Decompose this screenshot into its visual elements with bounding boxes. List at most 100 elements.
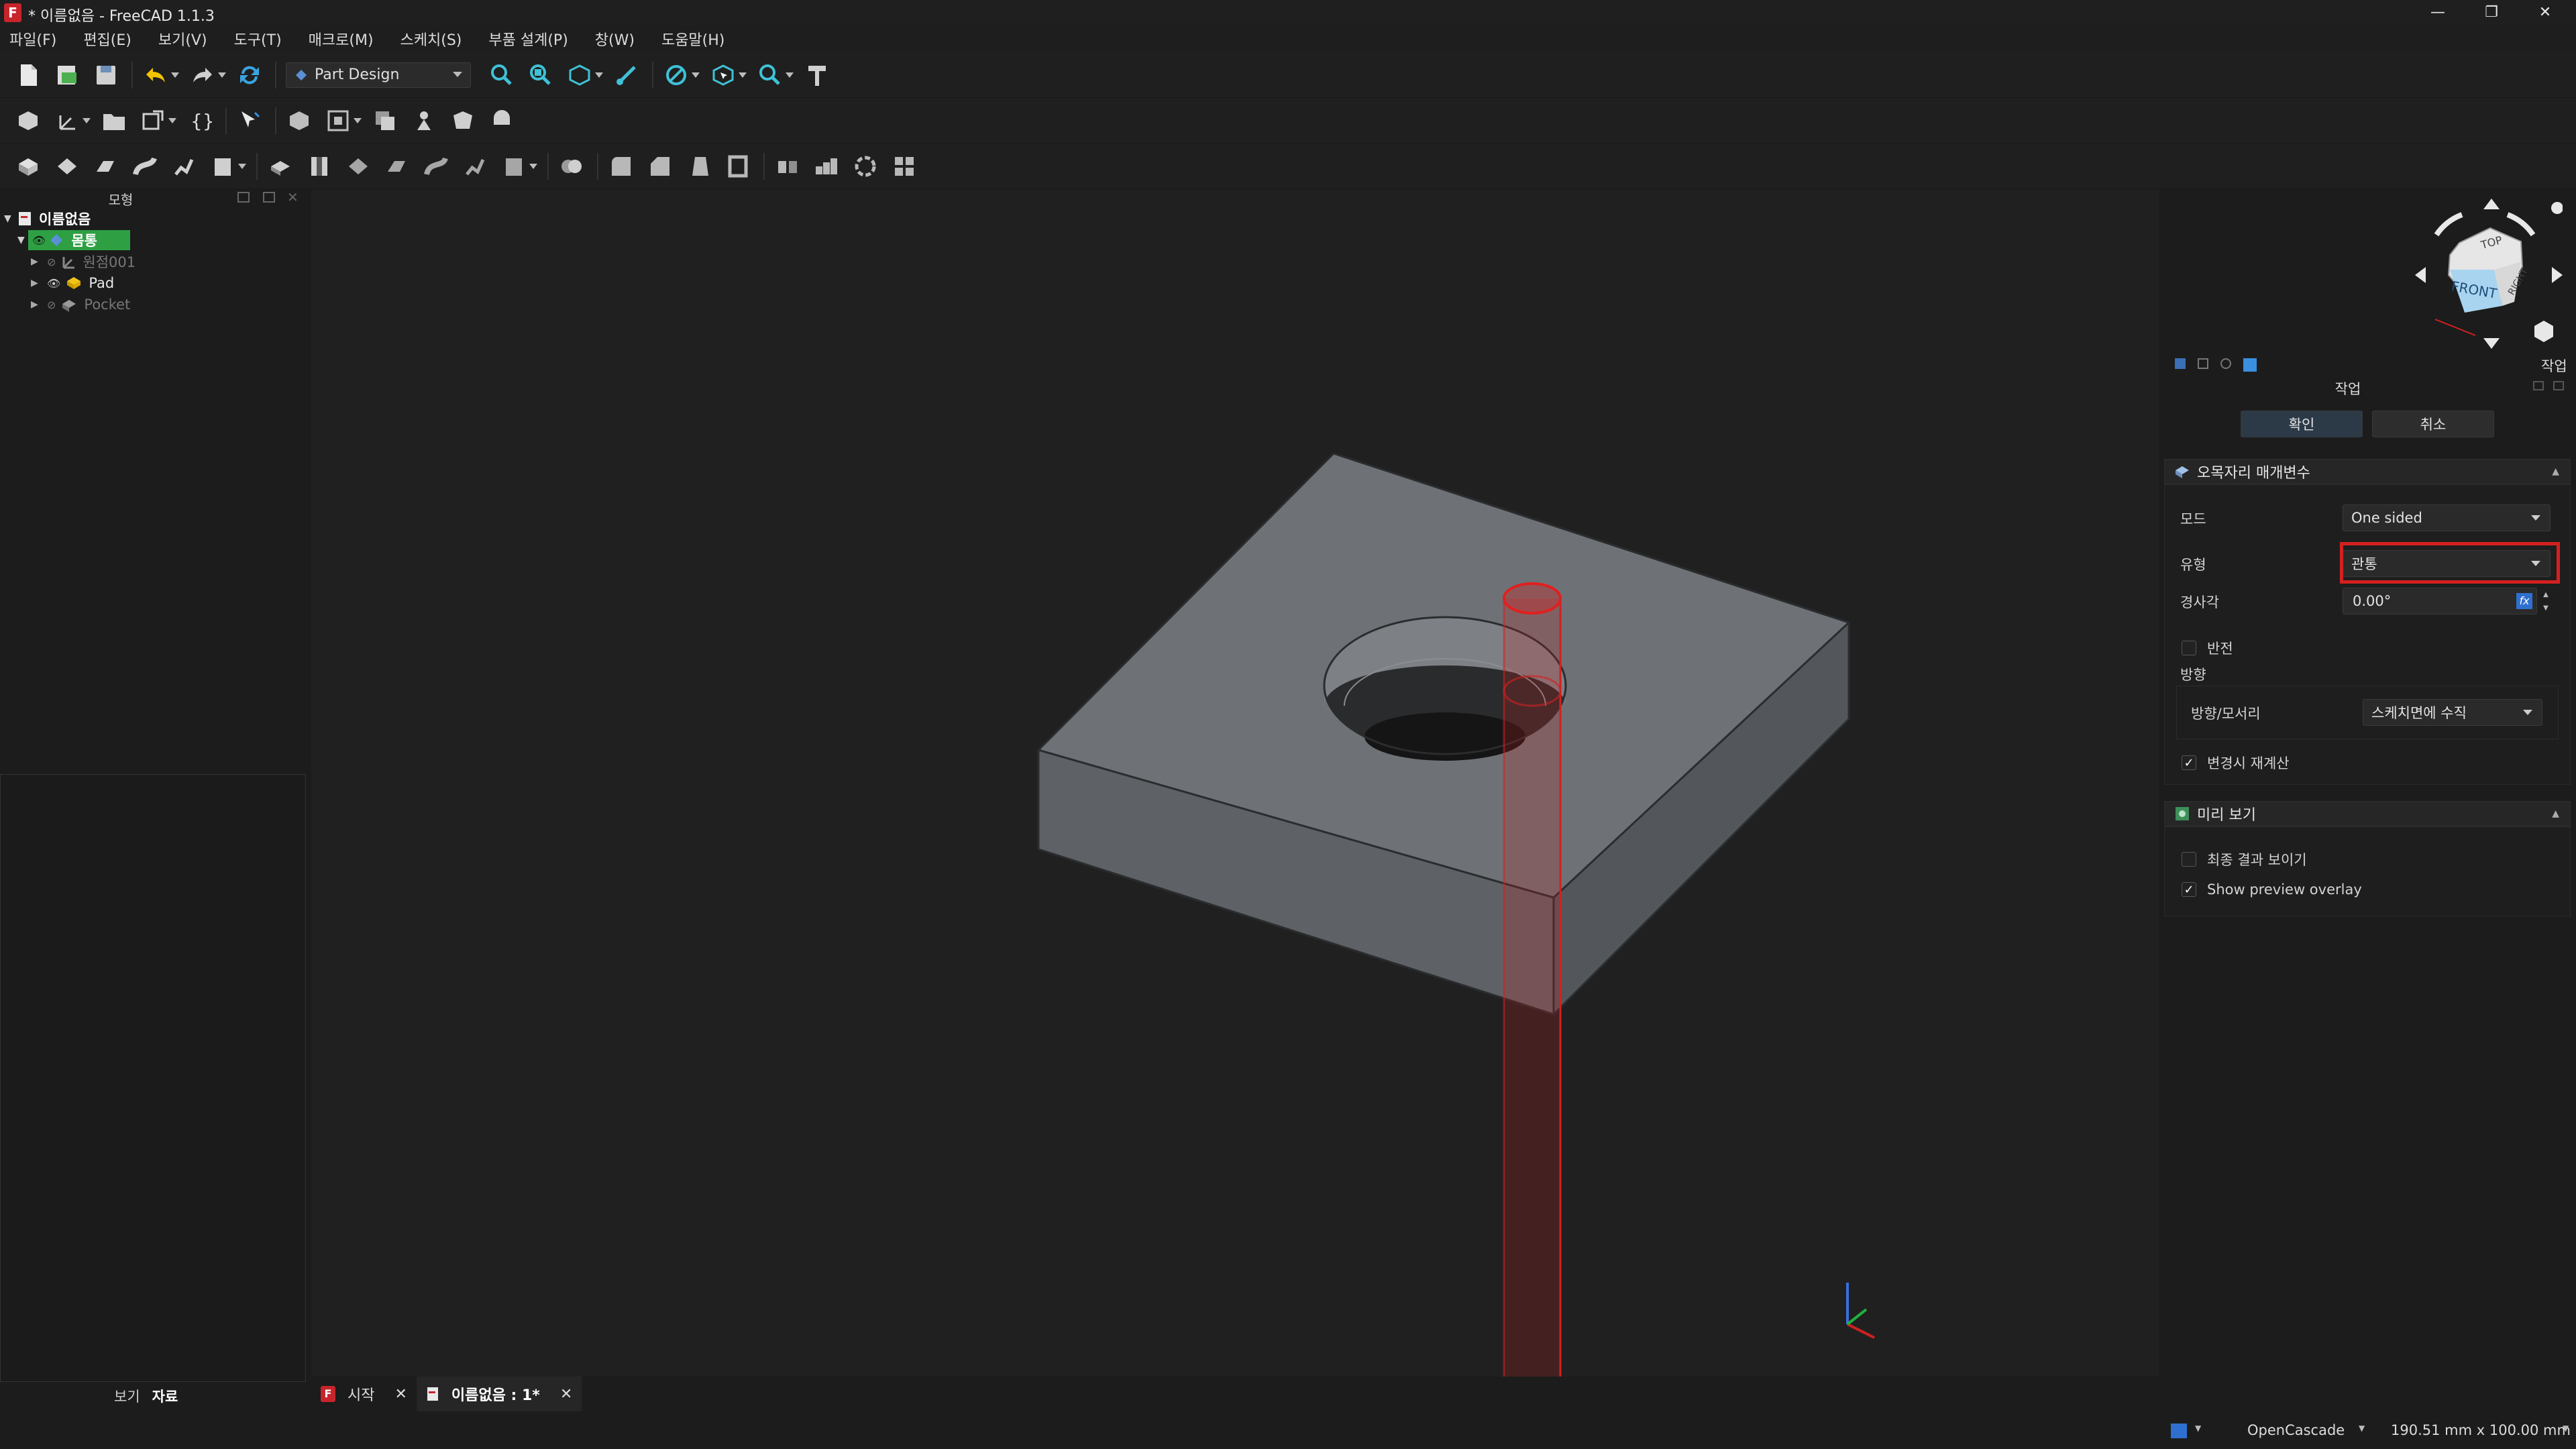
taper-angle-spinner[interactable]: ▲ ▼ [2540, 588, 2552, 614]
expand-arrow-icon[interactable]: ▶ [31, 256, 39, 267]
panel-close-icon[interactable]: ✕ [287, 189, 299, 205]
pad-tool-icon[interactable] [15, 153, 42, 180]
undo-dropdown-icon[interactable] [170, 62, 180, 89]
menu-part-design[interactable]: 부품 설계(P) [488, 28, 568, 50]
fit-all-icon[interactable] [488, 62, 515, 89]
tab-document[interactable]: 이름없음 : 1* ✕ [416, 1377, 582, 1411]
restore-button[interactable]: ❐ [2470, 0, 2513, 25]
menu-help[interactable]: 도움말(H) [661, 28, 724, 50]
tab-data[interactable]: 자료 [152, 1386, 178, 1406]
expression-fx-icon[interactable]: fx [2516, 593, 2532, 609]
validate-sketch-icon[interactable] [449, 107, 476, 134]
new-document-icon[interactable] [15, 62, 42, 89]
subtractive-primitive-icon[interactable] [500, 153, 527, 180]
shape-binder-icon[interactable] [286, 107, 313, 134]
ok-button[interactable]: 확인 [2241, 411, 2363, 437]
additive-pipe-icon[interactable] [131, 153, 158, 180]
open-document-icon[interactable] [54, 62, 80, 89]
clone-icon[interactable] [372, 107, 398, 134]
sketch-icon[interactable] [411, 107, 437, 134]
collapse-arrow-icon[interactable]: ▼ [17, 235, 25, 246]
chevron-down-icon[interactable]: ▼ [2563, 1424, 2569, 1433]
task-tab-label[interactable]: 작업 [2541, 356, 2567, 376]
subtractive-pipe-icon[interactable] [423, 153, 449, 180]
save-icon[interactable] [93, 62, 119, 89]
linear-pattern-icon[interactable] [813, 153, 840, 180]
subtractive-primitive-dropdown-icon[interactable] [529, 153, 538, 180]
selection-filter-dropdown-icon[interactable] [738, 62, 747, 89]
redo-dropdown-icon[interactable] [217, 62, 227, 89]
taper-angle-input[interactable]: 0.00° fx [2343, 588, 2537, 614]
task-float-icon[interactable] [2533, 381, 2544, 390]
chevron-down-icon[interactable]: ▼ [2359, 1424, 2365, 1433]
additive-loft-icon[interactable] [93, 153, 119, 180]
menu-edit[interactable]: 편집(E) [83, 28, 131, 50]
draft-icon[interactable] [686, 153, 712, 180]
menu-tools[interactable]: 도구(T) [234, 28, 282, 50]
collapse-arrow-icon[interactable]: ▼ [4, 213, 12, 224]
tree-item-pad[interactable]: ▶ 👁 Pad [0, 272, 306, 294]
task-dock-icon[interactable] [2553, 381, 2564, 390]
refresh-checkbox[interactable]: ✓ [2182, 755, 2196, 770]
menu-view[interactable]: 보기(V) [158, 28, 207, 50]
menu-macro[interactable]: 매크로(M) [309, 28, 374, 50]
datum-dropdown-icon[interactable] [82, 107, 91, 134]
multi-transform-icon[interactable] [891, 153, 918, 180]
panel-mode-icon[interactable] [2175, 358, 2186, 369]
collapse-chevron-icon[interactable]: ▲ [2552, 808, 2559, 819]
preview-overlay-checkbox[interactable]: ✓ [2182, 882, 2196, 897]
expand-arrow-icon[interactable]: ▶ [31, 278, 39, 288]
workbench-selector[interactable]: Part Design [286, 62, 471, 88]
hidden-eye-icon[interactable]: ⊘ [47, 256, 56, 268]
reversed-checkbox[interactable] [2182, 641, 2196, 655]
panel-list-icon[interactable] [2198, 358, 2208, 369]
mirrored-icon[interactable] [774, 153, 801, 180]
chamfer-icon[interactable] [647, 153, 674, 180]
mode-select[interactable]: One sided [2343, 504, 2551, 531]
cancel-button[interactable]: 취소 [2372, 411, 2494, 437]
zoom-icon[interactable] [757, 62, 784, 89]
revolution-icon[interactable] [54, 153, 80, 180]
preview-header[interactable]: 미리 보기 ▲ [2164, 801, 2571, 826]
kernel-label[interactable]: OpenCascade [2247, 1422, 2345, 1438]
final-result-checkbox[interactable] [2182, 852, 2196, 867]
additive-primitive-dropdown-icon[interactable] [237, 153, 247, 180]
visibility-eye-icon[interactable]: 👁 [47, 277, 60, 290]
navigation-cube[interactable]: TOP FRONT RIGHT [2408, 195, 2563, 356]
preview-overlay-checkbox-row[interactable]: ✓ Show preview overlay [2182, 881, 2362, 898]
create-body-icon[interactable] [15, 107, 42, 134]
map-sketch-icon[interactable] [488, 107, 515, 134]
refresh-icon[interactable] [236, 62, 263, 89]
redo-icon[interactable] [189, 62, 216, 89]
link-icon[interactable] [140, 107, 166, 134]
expand-arrow-icon[interactable]: ▶ [31, 299, 39, 310]
refresh-checkbox-row[interactable]: ✓ 변경시 재계산 [2182, 753, 2290, 773]
panel-settings-icon[interactable] [2220, 358, 2231, 369]
panel-float-icon[interactable] [237, 192, 250, 203]
panel-dock-icon[interactable] [263, 192, 275, 203]
subtractive-helix-icon[interactable] [462, 153, 488, 180]
thickness-icon[interactable] [724, 153, 751, 180]
menu-sketch[interactable]: 스케치(S) [400, 28, 462, 50]
close-tab-icon[interactable]: ✕ [394, 1386, 407, 1403]
draw-style-icon[interactable] [663, 62, 690, 89]
standard-views-dropdown-icon[interactable] [594, 62, 604, 89]
additive-helix-icon[interactable] [170, 153, 197, 180]
minimize-button[interactable]: — [2416, 0, 2459, 25]
reversed-checkbox-row[interactable]: 반전 [2182, 638, 2233, 658]
datum-icon[interactable] [54, 107, 80, 134]
tree-item-document[interactable]: ▼ 이름없음 [0, 208, 306, 229]
tab-start[interactable]: F 시작 ✕ [311, 1377, 417, 1411]
polar-pattern-icon[interactable] [852, 153, 879, 180]
boolean-icon[interactable] [558, 153, 585, 180]
variable-set-icon[interactable]: {} [186, 107, 213, 134]
menu-file[interactable]: 파일(F) [9, 28, 56, 50]
undo-icon[interactable] [142, 62, 169, 89]
tab-view[interactable]: 보기 [114, 1386, 140, 1406]
tree-item-pocket[interactable]: ▶ ⊘ Pocket [0, 294, 306, 315]
3d-viewport[interactable] [311, 189, 2159, 1377]
binder-dropdown-icon[interactable] [353, 107, 362, 134]
link-dropdown-icon[interactable] [168, 107, 177, 134]
hidden-eye-icon[interactable]: ⊘ [47, 299, 56, 311]
draw-style-dropdown-icon[interactable] [691, 62, 700, 89]
